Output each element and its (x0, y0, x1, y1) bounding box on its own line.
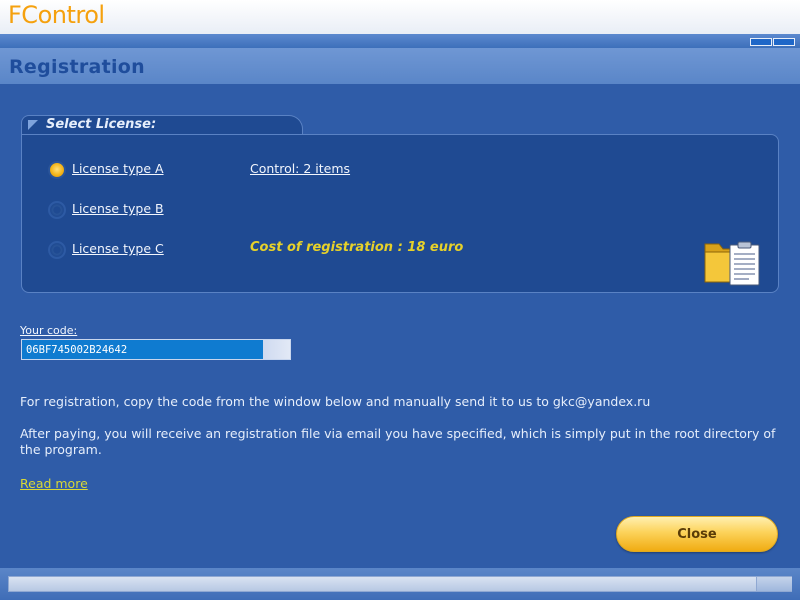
license-c-link[interactable]: License type C (72, 241, 164, 256)
cost-text: Cost of registration : 18 euro (250, 240, 464, 255)
your-code-label: Your code: (20, 324, 78, 337)
scrollbar-end-button[interactable] (756, 577, 792, 591)
code-input[interactable] (21, 339, 291, 360)
window-controls-strip (0, 34, 800, 48)
folder-document-icon (704, 241, 760, 286)
instruction-text-2: After paying, you will receive an regist… (20, 426, 776, 457)
title-bar (0, 0, 800, 35)
license-c-radio[interactable] (48, 241, 66, 259)
app-title: FControl (8, 1, 105, 29)
tab-corner-mark (28, 120, 38, 130)
license-a-radio[interactable] (48, 161, 66, 179)
select-license-label: Select License: (46, 117, 157, 132)
license-b-link[interactable]: License type B (72, 201, 164, 216)
read-more-link[interactable]: Read more (20, 476, 88, 491)
close-button[interactable]: Close (616, 516, 778, 552)
license-a-link[interactable]: License type A (72, 161, 164, 176)
control-items-text: Control: 2 items (250, 161, 351, 176)
horizontal-scrollbar[interactable] (8, 576, 792, 592)
license-b-radio[interactable] (48, 201, 66, 219)
instruction-text-1: For registration, copy the code from the… (20, 394, 651, 409)
page-title: Registration (9, 56, 145, 78)
minimize-button[interactable] (750, 38, 772, 46)
maximize-button[interactable] (773, 38, 795, 46)
